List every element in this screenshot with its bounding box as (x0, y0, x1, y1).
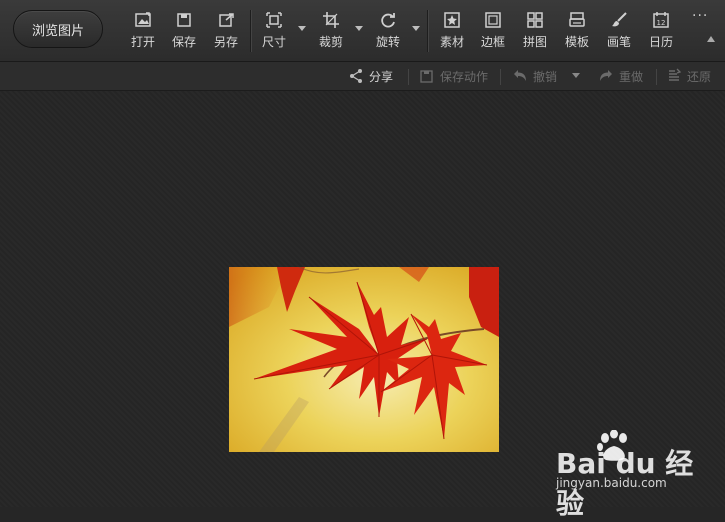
action-separator (408, 69, 409, 85)
main-toolbar: 浏览图片 打开 保存 另存 尺寸 裁剪 旋转 素材 边框 拼图 模板 画笔 12… (0, 0, 725, 62)
action-separator (656, 69, 657, 85)
crop-button[interactable]: 裁剪 (311, 8, 351, 54)
material-icon (444, 12, 460, 28)
collage-label: 拼图 (522, 35, 547, 49)
brush-button[interactable]: 画笔 (599, 8, 639, 54)
open-image-icon (135, 12, 151, 27)
rotate-icon (381, 13, 395, 28)
save-action-label: 保存动作 (440, 69, 489, 84)
border-icon (485, 12, 501, 28)
rotate-button[interactable]: 旋转 (368, 8, 408, 54)
brush-label: 画笔 (606, 35, 631, 49)
restore-button[interactable]: 还原 (666, 67, 711, 85)
crop-icon (323, 12, 339, 28)
calendar-label: 日历 (648, 35, 673, 49)
restore-icon (669, 68, 682, 81)
redo-button[interactable]: 重做 (598, 67, 643, 85)
resize-dropdown-icon[interactable] (298, 26, 306, 31)
save-button[interactable]: 保存 (164, 8, 204, 54)
material-label: 素材 (439, 35, 464, 49)
undo-icon (514, 70, 526, 81)
rotate-label: 旋转 (375, 35, 400, 49)
resize-icon (266, 12, 282, 28)
save-as-label: 另存 (213, 35, 238, 49)
share-icon (350, 69, 362, 83)
template-label: 模板 (564, 35, 589, 49)
photo-maple-leaves[interactable] (229, 267, 499, 452)
redo-label: 重做 (619, 69, 644, 84)
redo-icon (600, 70, 612, 81)
template-icon (569, 12, 585, 27)
restore-label: 还原 (687, 69, 712, 84)
border-button[interactable]: 边框 (473, 8, 513, 54)
maple-leaf-image (229, 267, 499, 452)
crop-dropdown-icon[interactable] (355, 26, 363, 31)
share-label: 分享 (369, 69, 394, 84)
more-options-icon[interactable]: ··· (692, 8, 708, 24)
crop-label: 裁剪 (318, 35, 343, 49)
save-as-button[interactable]: 另存 (206, 8, 246, 54)
resize-button[interactable]: 尺寸 (254, 8, 294, 54)
save-action-icon (420, 70, 433, 83)
border-label: 边框 (480, 35, 505, 49)
svg-text:12: 12 (657, 19, 666, 27)
save-action-button[interactable]: 保存动作 (419, 67, 488, 85)
calendar-icon: 12 (653, 12, 669, 28)
material-button[interactable]: 素材 (432, 8, 472, 54)
open-label: 打开 (130, 35, 155, 49)
collage-button[interactable]: 拼图 (515, 8, 555, 54)
share-button[interactable]: 分享 (348, 67, 393, 85)
toolbar-collapse-icon[interactable] (707, 36, 715, 42)
save-icon (177, 13, 191, 27)
rotate-dropdown-icon[interactable] (412, 26, 420, 31)
brush-icon (612, 12, 627, 27)
baidu-jingyan-watermark: Bai du 经验 jingyan.baidu.com (556, 430, 716, 520)
action-bar: 分享 保存动作 撤销 重做 还原 (0, 62, 725, 91)
open-button[interactable]: 打开 (123, 8, 163, 54)
calendar-button[interactable]: 12 日历 (641, 8, 681, 54)
save-label: 保存 (171, 35, 196, 49)
save-as-icon (219, 13, 234, 27)
action-separator (500, 69, 501, 85)
resize-label: 尺寸 (261, 35, 286, 49)
undo-label: 撤销 (533, 69, 558, 84)
collage-icon (527, 12, 543, 28)
undo-dropdown-icon[interactable] (572, 73, 580, 78)
toolbar-separator (427, 10, 428, 52)
template-button[interactable]: 模板 (557, 8, 597, 54)
watermark-url: jingyan.baidu.com (556, 476, 667, 490)
undo-button[interactable]: 撤销 (512, 67, 557, 85)
browse-images-button[interactable]: 浏览图片 (13, 10, 103, 48)
toolbar-separator (250, 10, 251, 52)
